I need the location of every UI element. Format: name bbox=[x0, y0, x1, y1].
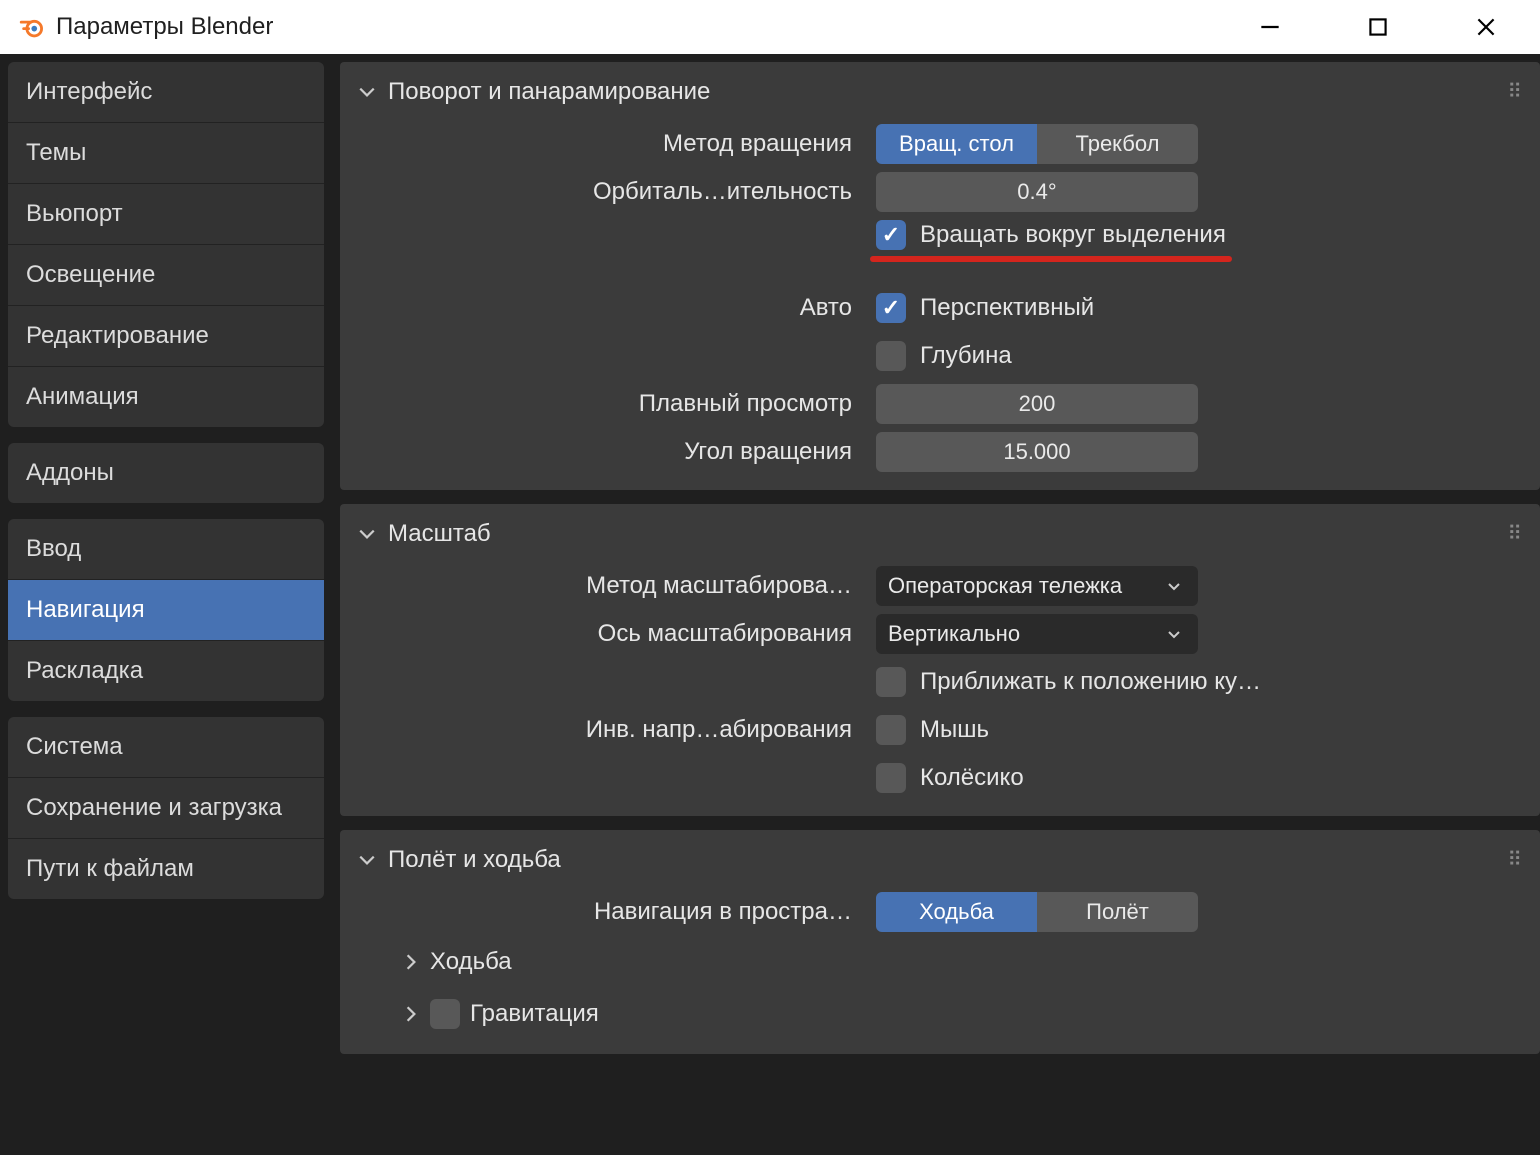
sidebar-item[interactable]: Освещение bbox=[8, 245, 324, 306]
rotation-angle-field[interactable]: 15.000 bbox=[876, 432, 1198, 472]
orbit-around-selection-label: Вращать вокруг выделения bbox=[920, 221, 1226, 249]
blender-icon bbox=[18, 14, 44, 40]
chevron-down-icon[interactable] bbox=[356, 523, 378, 545]
orbit-sensitivity-field[interactable]: 0.4° bbox=[876, 172, 1198, 212]
invert-mouse-checkbox[interactable] bbox=[876, 715, 906, 745]
subpanel-gravity-label: Гравитация bbox=[470, 1000, 599, 1028]
sidebar-item[interactable]: Анимация bbox=[8, 367, 324, 427]
sidebar-item[interactable]: Навигация bbox=[8, 580, 324, 641]
gravity-checkbox[interactable] bbox=[430, 999, 460, 1029]
chevron-right-icon bbox=[400, 951, 422, 973]
titlebar: Параметры Blender bbox=[0, 0, 1540, 54]
panel-title: Поворот и панарамирование bbox=[388, 78, 710, 106]
sidebar-item[interactable]: Интерфейс bbox=[8, 62, 324, 123]
sidebar-item[interactable]: Редактирование bbox=[8, 306, 324, 367]
drag-grip-icon[interactable]: ⠿ bbox=[1507, 528, 1524, 540]
sidebar-item[interactable]: Аддоны bbox=[8, 443, 324, 503]
panel-title: Масштаб bbox=[388, 520, 491, 548]
label-smooth-view: Плавный просмотр bbox=[340, 390, 876, 418]
toggle-option[interactable]: Полёт bbox=[1037, 892, 1198, 932]
toggle-option[interactable]: Трекбол bbox=[1037, 124, 1198, 164]
subpanel-walk[interactable]: Ходьба bbox=[340, 936, 1540, 988]
toggle-option[interactable]: Вращ. стол bbox=[876, 124, 1037, 164]
sidebar-item[interactable]: Система bbox=[8, 717, 324, 778]
label-orbit-method: Метод вращения bbox=[340, 130, 876, 158]
chevron-down-icon[interactable] bbox=[356, 849, 378, 871]
label-orbit-sensitivity: Орбиталь…ительность bbox=[340, 178, 876, 206]
sidebar-item[interactable]: Темы bbox=[8, 123, 324, 184]
auto-depth-label: Глубина bbox=[920, 342, 1012, 370]
zoom-to-mouse-label: Приближать к положению ку… bbox=[920, 668, 1261, 696]
label-auto: Авто bbox=[340, 294, 876, 322]
panel-zoom: Масштаб ⠿ Метод масштабирова… Операторск… bbox=[340, 504, 1540, 816]
sidebar-item[interactable]: Пути к файлам bbox=[8, 839, 324, 899]
smooth-view-field[interactable]: 200 bbox=[876, 384, 1198, 424]
zoom-to-mouse-checkbox[interactable] bbox=[876, 667, 906, 697]
sidebar-item[interactable]: Раскладка bbox=[8, 641, 324, 701]
chevron-down-icon bbox=[1162, 578, 1186, 594]
orbit-method-toggle[interactable]: Вращ. столТрекбол bbox=[876, 124, 1198, 164]
label-view-navigation: Навигация в простра… bbox=[340, 898, 876, 926]
chevron-down-icon bbox=[1162, 626, 1186, 642]
orbit-around-selection-checkbox[interactable] bbox=[876, 220, 906, 250]
subpanel-walk-label: Ходьба bbox=[430, 948, 512, 976]
subpanel-gravity[interactable]: Гравитация bbox=[340, 988, 1540, 1040]
sidebar-item[interactable]: Сохранение и загрузка bbox=[8, 778, 324, 839]
label-invert-zoom: Инв. напр…абирования bbox=[340, 716, 876, 744]
panel-fly-walk: Полёт и ходьба ⠿ Навигация в простра… Хо… bbox=[340, 830, 1540, 1054]
invert-wheel-checkbox[interactable] bbox=[876, 763, 906, 793]
window-close-button[interactable] bbox=[1432, 0, 1540, 54]
view-navigation-toggle[interactable]: ХодьбаПолёт bbox=[876, 892, 1198, 932]
auto-perspective-checkbox[interactable] bbox=[876, 293, 906, 323]
preferences-main: Поворот и панарамирование ⠿ Метод вращен… bbox=[340, 62, 1540, 1155]
zoom-method-dropdown[interactable]: Операторская тележка bbox=[876, 566, 1198, 606]
auto-perspective-label: Перспективный bbox=[920, 294, 1094, 322]
panel-orbit-pan: Поворот и панарамирование ⠿ Метод вращен… bbox=[340, 62, 1540, 490]
toggle-option[interactable]: Ходьба bbox=[876, 892, 1037, 932]
chevron-down-icon[interactable] bbox=[356, 81, 378, 103]
sidebar-item[interactable]: Вьюпорт bbox=[8, 184, 324, 245]
label-zoom-method: Метод масштабирова… bbox=[340, 572, 876, 600]
sidebar-item[interactable]: Ввод bbox=[8, 519, 324, 580]
label-rotation-angle: Угол вращения bbox=[340, 438, 876, 466]
window-minimize-button[interactable] bbox=[1216, 0, 1324, 54]
auto-depth-checkbox[interactable] bbox=[876, 341, 906, 371]
chevron-right-icon bbox=[400, 1003, 422, 1025]
zoom-axis-dropdown[interactable]: Вертикально bbox=[876, 614, 1198, 654]
invert-wheel-label: Колёсико bbox=[920, 764, 1024, 792]
window-title: Параметры Blender bbox=[56, 13, 273, 41]
label-zoom-axis: Ось масштабирования bbox=[340, 620, 876, 648]
panel-title: Полёт и ходьба bbox=[388, 846, 561, 874]
preferences-sidebar: ИнтерфейсТемыВьюпортОсвещениеРедактирова… bbox=[8, 62, 324, 1155]
invert-mouse-label: Мышь bbox=[920, 716, 989, 744]
drag-grip-icon[interactable]: ⠿ bbox=[1507, 854, 1524, 866]
window-maximize-button[interactable] bbox=[1324, 0, 1432, 54]
drag-grip-icon[interactable]: ⠿ bbox=[1507, 86, 1524, 98]
